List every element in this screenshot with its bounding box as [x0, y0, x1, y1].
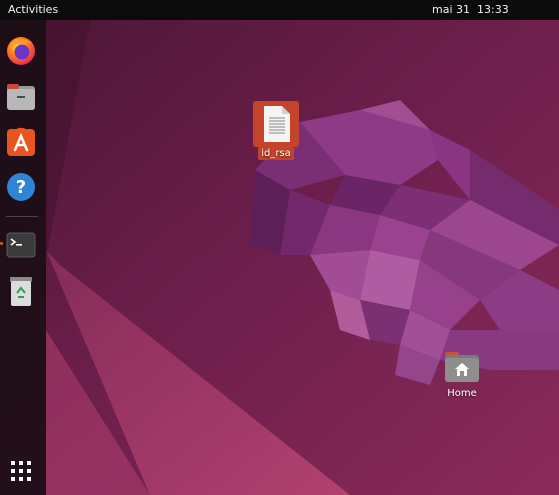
- dock-separator: [6, 216, 38, 217]
- app-center-launcher[interactable]: [4, 124, 38, 158]
- help-launcher[interactable]: ?: [4, 170, 38, 204]
- show-applications-button[interactable]: [4, 454, 38, 488]
- home-label: Home: [447, 388, 477, 399]
- trash-launcher[interactable]: [4, 274, 38, 308]
- file-label: id_rsa: [258, 147, 294, 160]
- help-icon: ?: [7, 173, 35, 201]
- desktop-wallpaper: [0, 0, 559, 495]
- app-store-icon: [7, 127, 35, 156]
- terminal-running-indicator: [0, 242, 3, 245]
- time-label: 13:33: [477, 3, 509, 16]
- file-selection-highlight: [253, 101, 299, 147]
- dock: ?: [0, 20, 46, 495]
- home-folder-icon: [445, 352, 479, 382]
- app-grid-icon: [11, 461, 31, 481]
- date-label: mai 31: [432, 3, 471, 16]
- text-file-icon: [264, 106, 290, 142]
- files-icon: [7, 84, 35, 110]
- trash-icon: [10, 277, 32, 306]
- firefox-launcher[interactable]: [4, 34, 38, 68]
- activities-button[interactable]: Activities: [8, 0, 58, 20]
- desktop-home-folder[interactable]: Home: [438, 350, 486, 400]
- top-bar: Activities mai 31 13:33: [0, 0, 559, 20]
- terminal-launcher[interactable]: [4, 228, 38, 262]
- terminal-icon: [6, 232, 36, 258]
- clock[interactable]: mai 31 13:33: [432, 0, 509, 20]
- files-launcher[interactable]: [4, 80, 38, 114]
- firefox-icon: [7, 37, 35, 65]
- svg-text:?: ?: [16, 177, 26, 198]
- desktop-file-id-rsa[interactable]: id_rsa: [251, 101, 301, 160]
- desktop-screen: Activities mai 31 13:33 ? id_rsa Home: [0, 0, 559, 495]
